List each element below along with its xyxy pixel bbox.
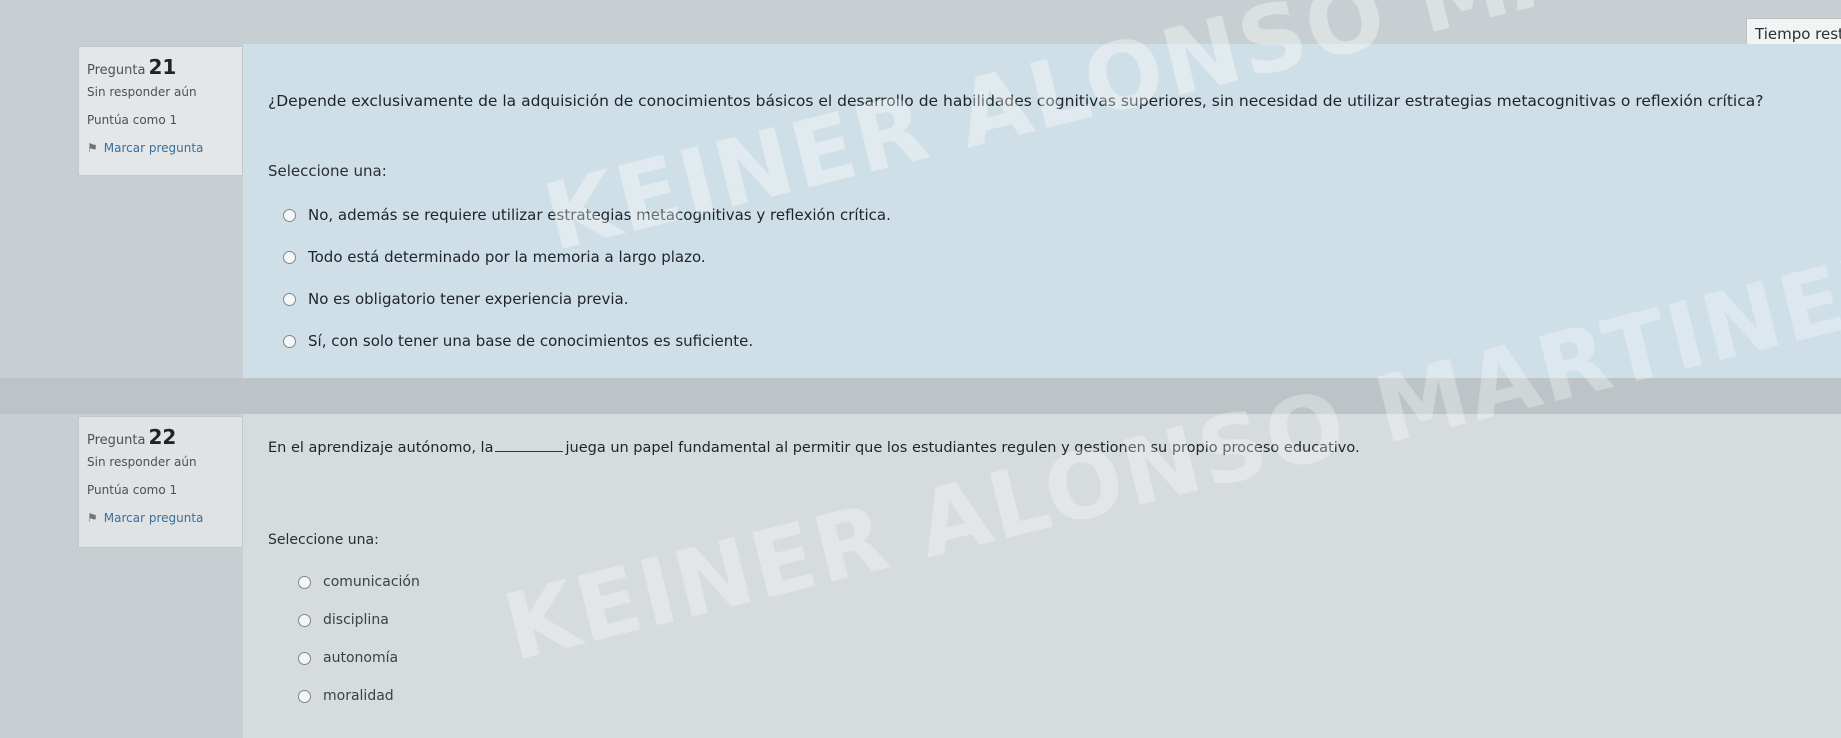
radio-button[interactable]: [298, 575, 311, 589]
radio-button[interactable]: [283, 334, 296, 348]
question-separator: [0, 378, 1841, 414]
answer-option-b[interactable]: disciplina: [298, 612, 389, 628]
answer-option-label: disciplina: [323, 612, 389, 628]
flag-question-link[interactable]: ⚑ Marcar pregunta: [87, 511, 234, 525]
flag-icon: ⚑: [87, 141, 98, 155]
answer-option-c[interactable]: autonomía: [298, 650, 398, 666]
question-info-22: Pregunta 22 Sin responder aún Puntúa como…: [78, 416, 243, 548]
question-number: Pregunta 22: [87, 425, 234, 449]
answer-option-d[interactable]: Sí, con solo tener una base de conocimie…: [283, 332, 753, 350]
flag-question-link[interactable]: ⚑ Marcar pregunta: [87, 141, 234, 155]
question-status: Sin responder aún: [87, 455, 197, 469]
question-content-21: ¿Depende exclusivamente de la adquisició…: [243, 44, 1841, 378]
question-status: Sin responder aún: [87, 85, 197, 99]
answer-option-label: No es obligatorio tener experiencia prev…: [308, 290, 629, 308]
question-label: Pregunta: [87, 63, 146, 78]
question-text: ¿Depende exclusivamente de la adquisició…: [268, 92, 1764, 110]
select-prompt: Seleccione una:: [268, 532, 379, 548]
flag-question-label: Marcar pregunta: [103, 511, 204, 525]
question-text: En el aprendizaje autónomo, la juega un p…: [268, 440, 1360, 456]
flag-icon: ⚑: [87, 511, 98, 525]
radio-button[interactable]: [283, 292, 296, 306]
radio-button[interactable]: [283, 250, 296, 264]
answer-option-c[interactable]: No es obligatorio tener experiencia prev…: [283, 290, 628, 308]
answer-option-d[interactable]: moralidad: [298, 688, 394, 704]
answer-option-label: No, además se requiere utilizar estrateg…: [308, 206, 891, 224]
answer-option-label: autonomía: [323, 650, 399, 666]
radio-button[interactable]: [298, 651, 311, 665]
answer-option-label: comunicación: [323, 574, 420, 590]
answer-option-b[interactable]: Todo está determinado por la memoria a l…: [283, 248, 706, 266]
question-text-before: En el aprendizaje autónomo, la: [268, 440, 494, 456]
question-content-22: En el aprendizaje autónomo, la juega un p…: [243, 414, 1841, 738]
radio-button[interactable]: [283, 208, 296, 222]
question-number-value: 22: [148, 425, 177, 449]
question-label: Pregunta: [87, 433, 146, 448]
answer-option-a[interactable]: comunicación: [298, 574, 420, 590]
flag-question-label: Marcar pregunta: [103, 141, 204, 155]
answer-option-label: Sí, con solo tener una base de conocimie…: [308, 332, 754, 350]
radio-button[interactable]: [298, 689, 311, 703]
answer-option-label: moralidad: [323, 688, 394, 704]
fill-in-blank: [495, 451, 564, 452]
select-prompt: Seleccione una:: [268, 162, 387, 180]
answer-option-a[interactable]: No, además se requiere utilizar estrateg…: [283, 206, 891, 224]
question-number-value: 21: [148, 55, 177, 79]
question-points: Puntúa como 1: [87, 113, 178, 127]
question-info-21: Pregunta 21 Sin responder aún Puntúa como…: [78, 46, 243, 176]
answer-option-label: Todo está determinado por la memoria a l…: [308, 248, 706, 266]
radio-button[interactable]: [298, 613, 311, 627]
question-text-after: juega un papel fundamental al permitir q…: [565, 440, 1360, 456]
question-number: Pregunta 21: [87, 55, 234, 79]
question-points: Puntúa como 1: [87, 483, 178, 497]
